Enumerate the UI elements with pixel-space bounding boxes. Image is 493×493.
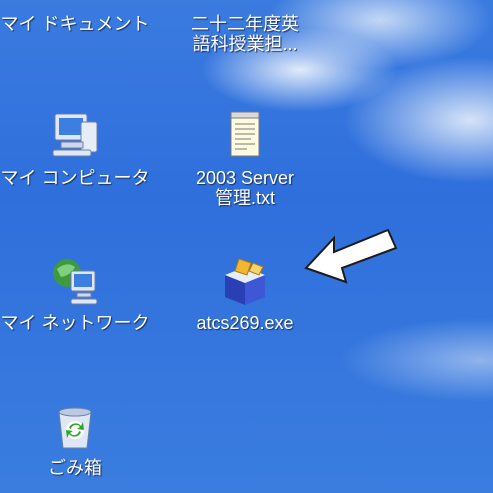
desktop-icon-my-computer[interactable]: マイ コンピュータ	[0, 108, 150, 188]
computer-icon	[52, 113, 98, 157]
desktop-icon-my-network[interactable]: マイ ネットワーク	[0, 253, 150, 333]
desktop-icon-my-documents[interactable]: マイ ドキュメント	[0, 14, 150, 34]
text-file-icon	[230, 111, 260, 157]
icon-label: マイ コンピュータ	[0, 168, 150, 188]
installer-box-icon	[225, 258, 265, 305]
icon-label: マイ ネットワーク	[0, 313, 150, 333]
icon-label: マイ ドキュメント	[0, 14, 150, 34]
icon-label: atcs269.exe	[196, 313, 294, 333]
desktop-icon-recycle-bin[interactable]: ごみ箱	[0, 398, 150, 478]
icon-label: 2003 Server 管理.txt	[195, 168, 295, 208]
icon-label: ごみ箱	[48, 458, 102, 478]
network-icon	[53, 259, 98, 305]
icon-label: 二十二年度英 語科授業担...	[191, 14, 299, 54]
arrow-icon	[304, 228, 398, 284]
recycle-bin-icon	[58, 407, 92, 449]
desktop-icon-english-classes-doc[interactable]: 二十二年度英 語科授業担...	[170, 14, 320, 54]
desktop-icon-atcs269-exe[interactable]: atcs269.exe	[170, 253, 320, 333]
desktop-icon-server-notes-txt[interactable]: 2003 Server 管理.txt	[170, 108, 320, 208]
desktop: マイ ドキュメント 二十二年度英 語科授業担... マイ コンピュータ 2003…	[0, 0, 493, 493]
